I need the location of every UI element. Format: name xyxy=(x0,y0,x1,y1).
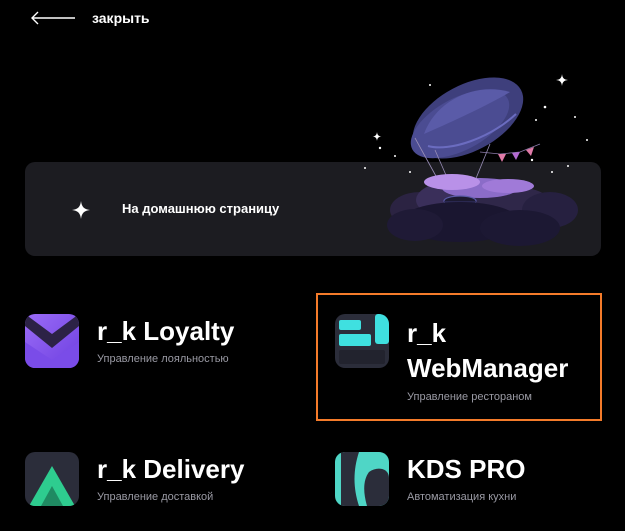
app-tile-webmanager[interactable]: r_k WebManager Управление рестораном xyxy=(316,293,602,421)
webmanager-icon xyxy=(335,314,389,368)
app-subtitle: Управление доставкой xyxy=(97,491,214,503)
app-tile-kds[interactable]: KDS PRO Автоматизация кухни xyxy=(335,452,595,512)
star-icon xyxy=(556,74,568,86)
close-link[interactable]: закрыть xyxy=(30,6,150,30)
app-title: KDS PRO xyxy=(407,454,526,484)
app-switcher-page: закрыть На домашнюю страницу r_k Loyalty… xyxy=(0,0,625,531)
airship-illustration xyxy=(364,74,588,246)
star-icon xyxy=(372,132,382,141)
app-tile-delivery[interactable]: r_k Delivery Управление доставкой xyxy=(25,452,285,512)
app-subtitle: Управление рестораном xyxy=(407,391,532,403)
app-subtitle: Управление лояльностью xyxy=(97,353,229,365)
app-title: r_k WebManager xyxy=(407,318,569,383)
app-tile-loyalty[interactable]: r_k Loyalty Управление лояльностью xyxy=(25,314,285,374)
loyalty-icon xyxy=(25,314,79,368)
app-title: r_k Delivery xyxy=(97,454,245,484)
sparkle-icon xyxy=(72,201,90,219)
home-page-label: На домашнюю страницу xyxy=(122,201,280,216)
app-title: r_k Loyalty xyxy=(97,316,235,346)
kds-icon xyxy=(335,452,389,506)
arrow-left-icon xyxy=(31,11,75,25)
close-label: закрыть xyxy=(92,10,150,26)
app-subtitle: Автоматизация кухни xyxy=(407,491,517,503)
delivery-icon xyxy=(25,452,79,506)
